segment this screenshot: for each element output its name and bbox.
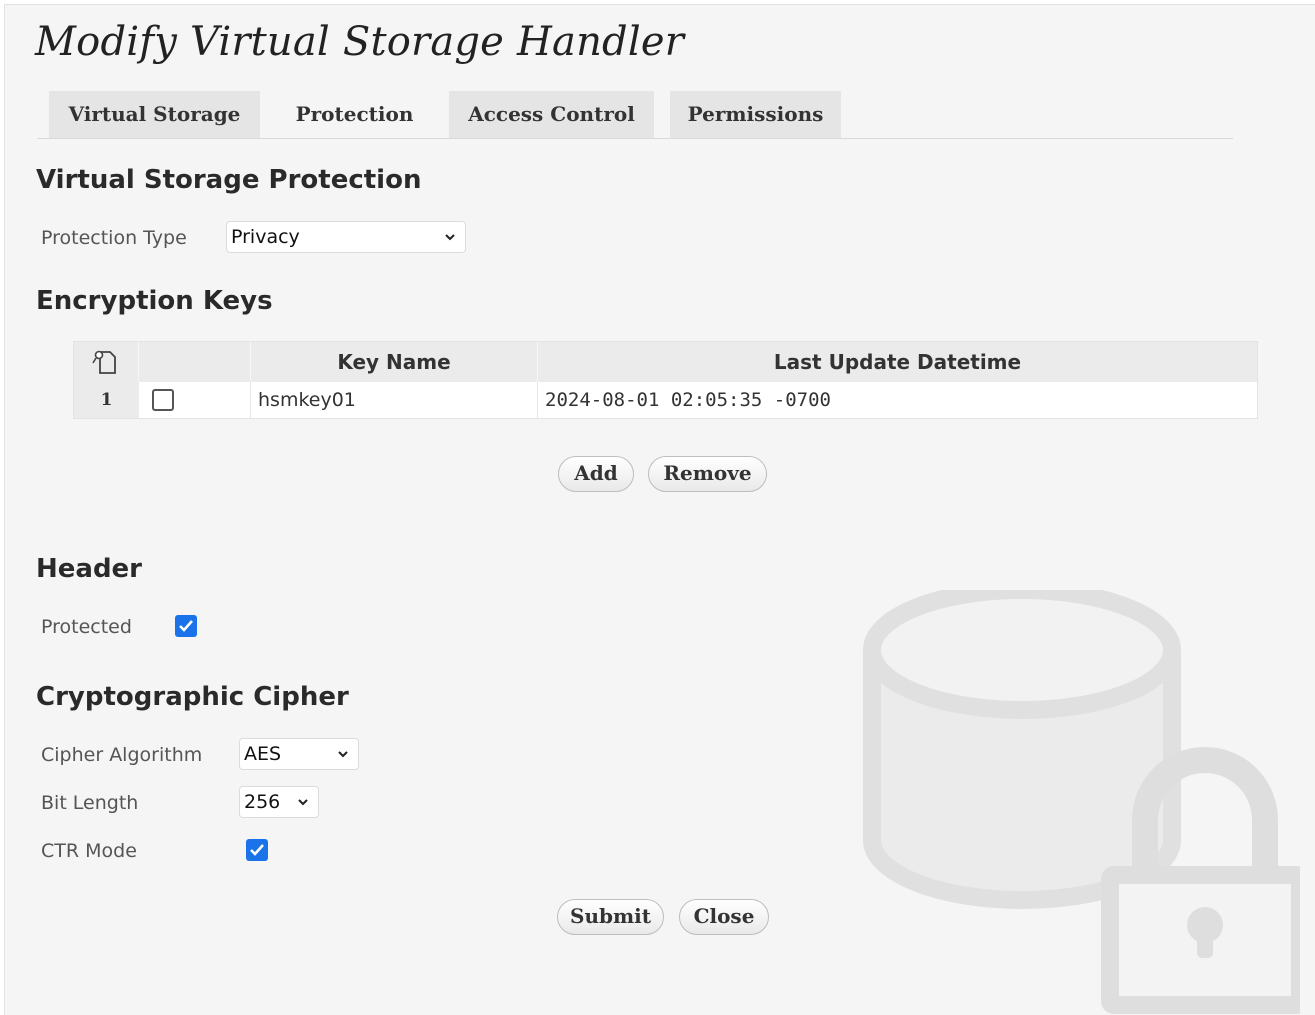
cipher-section-title: Cryptographic Cipher	[36, 682, 349, 712]
table-row[interactable]: 1 hsmkey01 2024-08-01 02:05:35 -0700	[74, 382, 1257, 418]
protection-type-select[interactable]: Privacy	[226, 221, 466, 253]
protection-type-value: Privacy	[231, 226, 300, 248]
last-update-cell: 2024-08-01 02:05:35 -0700	[545, 389, 831, 411]
submit-button[interactable]: Submit	[557, 899, 664, 935]
protected-label: Protected	[41, 616, 132, 638]
add-key-button[interactable]: Add	[558, 456, 634, 492]
header-section-title: Header	[36, 554, 143, 584]
remove-key-button[interactable]: Remove	[648, 456, 767, 492]
bit-length-label: Bit Length	[41, 792, 139, 814]
tab-bar: Virtual Storage Protection Access Contro…	[37, 91, 1233, 139]
select-column-header	[139, 342, 251, 382]
tab-virtual-storage[interactable]: Virtual Storage	[49, 91, 260, 138]
cipher-algorithm-value: AES	[244, 743, 282, 765]
cipher-algorithm-select[interactable]: AES	[239, 738, 359, 770]
checkmark-icon	[179, 620, 193, 632]
encryption-keys-table: Key Name Last Update Datetime 1 hsmkey01…	[73, 341, 1258, 419]
bit-length-select[interactable]: 256	[239, 786, 319, 818]
close-button[interactable]: Close	[679, 899, 769, 935]
row-index: 1	[74, 382, 139, 418]
ctr-mode-checkbox[interactable]	[246, 839, 268, 861]
row-select-cell	[139, 382, 251, 418]
tab-permissions[interactable]: Permissions	[670, 91, 841, 138]
row-select-checkbox[interactable]	[152, 389, 174, 411]
key-name-column-header[interactable]: Key Name	[251, 342, 538, 382]
checkmark-icon	[250, 844, 264, 856]
table-header-row: Key Name Last Update Datetime	[74, 342, 1257, 382]
protected-checkbox[interactable]	[175, 615, 197, 637]
encryption-keys-section-title: Encryption Keys	[36, 286, 273, 316]
locked-storage-icon	[863, 590, 1300, 1014]
last-update-column-header[interactable]: Last Update Datetime	[538, 342, 1257, 382]
chevron-down-icon	[298, 799, 308, 806]
page-title: Modify Virtual Storage Handler	[35, 19, 685, 65]
modify-storage-panel: Modify Virtual Storage Handler Virtual S…	[4, 4, 1315, 1015]
tab-protection[interactable]: Protection	[277, 91, 432, 138]
cipher-algorithm-label: Cipher Algorithm	[41, 744, 203, 766]
protection-type-label: Protection Type	[41, 227, 187, 249]
column-menu-icon[interactable]	[74, 342, 139, 382]
tab-access-control[interactable]: Access Control	[449, 91, 654, 138]
bit-length-value: 256	[244, 791, 281, 813]
protection-section-title: Virtual Storage Protection	[36, 165, 422, 195]
chevron-down-icon	[445, 234, 455, 241]
chevron-down-icon	[338, 751, 348, 758]
ctr-mode-label: CTR Mode	[41, 840, 137, 862]
key-name-cell: hsmkey01	[251, 382, 538, 418]
